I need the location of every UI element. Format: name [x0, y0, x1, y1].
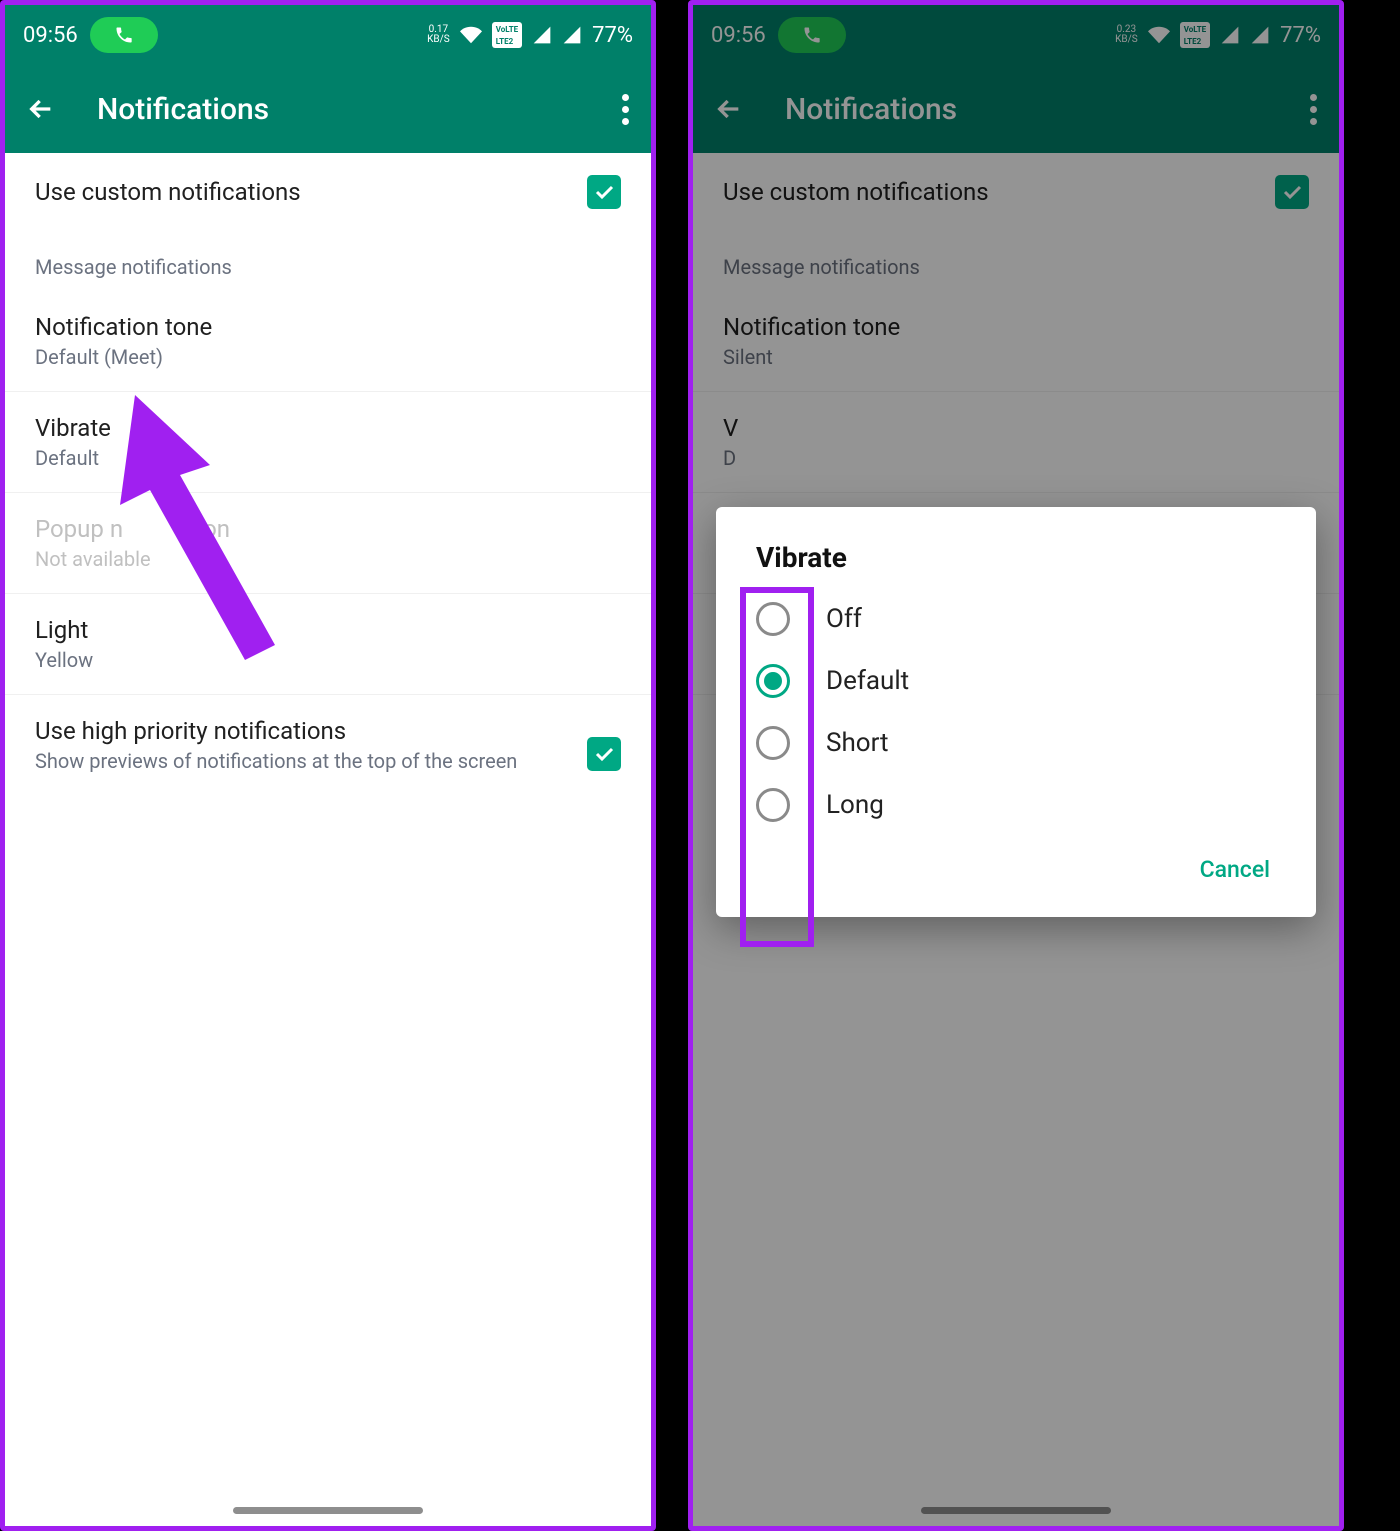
app-bar: Notifications: [5, 65, 651, 153]
check-icon: [592, 180, 616, 204]
status-time: 09:56: [23, 23, 78, 48]
setting-popup: Popup notification Not available: [5, 493, 651, 594]
setting-value: Default: [35, 446, 621, 470]
checkbox-checked[interactable]: [1275, 175, 1309, 209]
back-button[interactable]: [713, 93, 761, 125]
wifi-icon: [460, 24, 482, 46]
setting-use-custom[interactable]: Use custom notifications: [693, 153, 1339, 231]
setting-value: Silent: [723, 345, 1309, 369]
phone-right: 09:56 0.23KB/S VoLTELTE2 77% Notificatio…: [688, 0, 1344, 1531]
setting-light[interactable]: Light Yellow: [5, 594, 651, 695]
setting-notification-tone[interactable]: Notification tone Silent: [693, 291, 1339, 392]
check-icon: [592, 742, 616, 766]
back-button[interactable]: [25, 93, 73, 125]
dialog-title: Vibrate: [716, 541, 1316, 588]
vibrate-dialog: Vibrate Off Default Short Long Cancel: [716, 507, 1316, 917]
wifi-icon: [1148, 24, 1170, 46]
nav-gesture-bar: [233, 1507, 423, 1514]
section-header-message: Message notifications: [693, 231, 1339, 291]
setting-value: Not available: [35, 547, 621, 571]
setting-label: Notification tone: [723, 313, 1309, 341]
setting-notification-tone[interactable]: Notification tone Default (Meet): [5, 291, 651, 392]
battery-percent: 77%: [1280, 23, 1321, 48]
setting-use-custom[interactable]: Use custom notifications: [5, 153, 651, 231]
setting-high-priority[interactable]: Use high priority notifications Show pre…: [5, 695, 651, 795]
setting-label: V: [723, 414, 1309, 442]
phone-icon: [802, 25, 822, 45]
dialog-option-default[interactable]: Default: [716, 650, 1316, 712]
setting-vibrate[interactable]: Vibrate Default: [5, 392, 651, 493]
back-arrow-icon: [713, 93, 745, 125]
setting-label: Popup notification: [35, 515, 621, 543]
section-header-message: Message notifications: [5, 231, 651, 291]
option-label: Default: [826, 666, 909, 696]
status-bar: 09:56 0.23KB/S VoLTELTE2 77%: [693, 5, 1339, 65]
signal-icon-2: [562, 25, 582, 45]
setting-value: Yellow: [35, 648, 621, 672]
setting-description: Show previews of notifications at the to…: [35, 749, 555, 773]
check-icon: [1280, 180, 1304, 204]
setting-value: Default (Meet): [35, 345, 621, 369]
signal-icon-1: [1220, 25, 1240, 45]
checkbox-checked[interactable]: [587, 737, 621, 771]
setting-label: Use custom notifications: [35, 178, 587, 206]
call-indicator-pill[interactable]: [90, 17, 158, 53]
page-title: Notifications: [97, 92, 619, 127]
radio-unchecked[interactable]: [756, 726, 790, 760]
call-indicator-pill[interactable]: [778, 17, 846, 53]
lte-badge: VoLTELTE2: [492, 22, 522, 48]
option-label: Long: [826, 790, 884, 820]
setting-value: D: [723, 446, 1309, 470]
radio-unchecked[interactable]: [756, 788, 790, 822]
setting-label: Use custom notifications: [723, 178, 1275, 206]
phone-left: 09:56 0.17KB/S VoLTELTE2 77% Notificatio…: [0, 0, 656, 1531]
status-bar: 09:56 0.17KB/S VoLTELTE2 77%: [5, 5, 651, 65]
lte-badge: VoLTELTE2: [1180, 22, 1210, 48]
nav-gesture-bar: [921, 1507, 1111, 1514]
radio-unchecked[interactable]: [756, 602, 790, 636]
page-title: Notifications: [785, 92, 1307, 127]
setting-label: Use high priority notifications: [35, 717, 587, 745]
signal-icon-2: [1250, 25, 1270, 45]
option-label: Short: [826, 728, 889, 758]
checkbox-checked[interactable]: [587, 175, 621, 209]
option-label: Off: [826, 604, 862, 634]
phone-icon: [114, 25, 134, 45]
app-bar: Notifications: [693, 65, 1339, 153]
dialog-cancel-button[interactable]: Cancel: [1186, 848, 1284, 891]
network-speed: 0.23KB/S: [1115, 25, 1138, 45]
setting-vibrate[interactable]: V D: [693, 392, 1339, 493]
battery-percent: 77%: [592, 23, 633, 48]
overflow-menu-button[interactable]: [619, 94, 631, 125]
dialog-option-long[interactable]: Long: [716, 774, 1316, 836]
back-arrow-icon: [25, 93, 57, 125]
overflow-menu-button[interactable]: [1307, 94, 1319, 125]
dialog-option-off[interactable]: Off: [716, 588, 1316, 650]
dialog-option-short[interactable]: Short: [716, 712, 1316, 774]
radio-checked[interactable]: [756, 664, 790, 698]
setting-label: Vibrate: [35, 414, 621, 442]
network-speed: 0.17KB/S: [427, 25, 450, 45]
status-time: 09:56: [711, 23, 766, 48]
signal-icon-1: [532, 25, 552, 45]
setting-label: Light: [35, 616, 621, 644]
setting-label: Notification tone: [35, 313, 621, 341]
